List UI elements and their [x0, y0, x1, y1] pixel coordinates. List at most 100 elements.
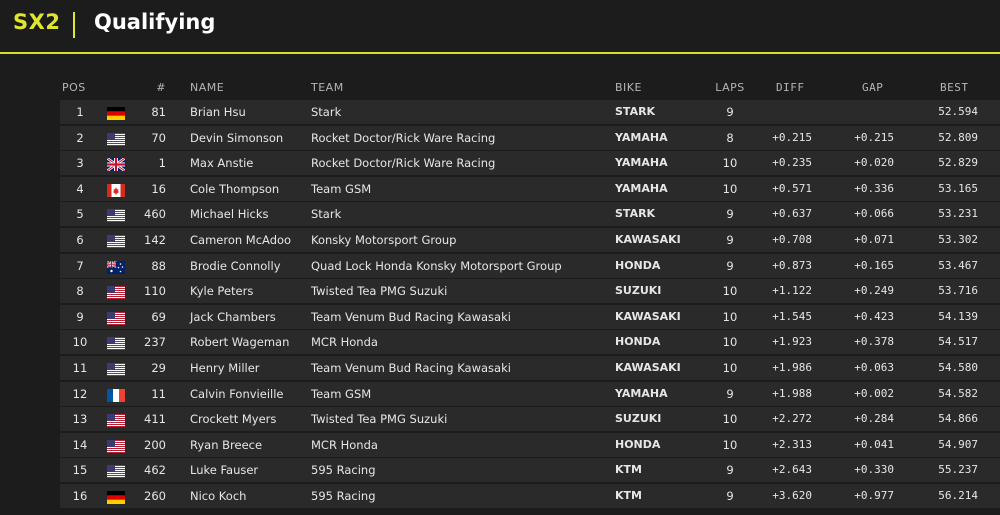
- flag-fr-icon: [107, 388, 125, 402]
- bike-cell: HONDA: [615, 258, 661, 272]
- diff-cell: +3.620: [772, 488, 812, 502]
- table-row[interactable]: 13 411 Crockett Myers Twisted Tea PMG Suzuk…: [60, 407, 1000, 432]
- table-row[interactable]: 2 70 Devin Simonson Rocket Doctor/Rick Ware…: [60, 125, 1000, 150]
- gap-cell: +0.002: [854, 386, 894, 400]
- rider-number-cell: 1: [158, 156, 166, 171]
- rider-name-cell: Michael Hicks: [190, 207, 269, 222]
- gap-cell: +0.215: [854, 130, 894, 144]
- position-cell: 5: [76, 207, 84, 222]
- rider-number-cell: 260: [144, 488, 166, 503]
- rider-number-cell: 16: [151, 181, 166, 196]
- col-best[interactable]: BEST: [940, 81, 969, 94]
- col-name[interactable]: NAME: [190, 81, 224, 94]
- diff-cell: +2.313: [772, 437, 812, 451]
- flag-de-icon: [107, 490, 125, 504]
- rider-name-cell: Max Anstie: [190, 156, 254, 171]
- table-row[interactable]: 3 1 Max Anstie Rocket Doctor/Rick Ware Raci…: [60, 151, 1000, 176]
- laps-cell: 10: [722, 335, 738, 350]
- diff-cell: +2.643: [772, 463, 812, 477]
- flag-us-icon: [107, 209, 125, 223]
- table-row[interactable]: 7 88 Brodie Connolly Quad Lock Honda Konsky…: [60, 253, 1000, 278]
- bike-cell: KAWASAKI: [615, 232, 681, 246]
- col-diff[interactable]: DIFF: [776, 81, 805, 94]
- best-time-cell: 54.580: [938, 360, 978, 374]
- bike-cell: HONDA: [615, 437, 661, 451]
- table-row[interactable]: 4 16 Cole Thompson Team GSM YAMAHA 10 +0.571 +0…: [60, 176, 1000, 201]
- table-row[interactable]: 8 110 Kyle Peters Twisted Tea PMG Suzuki SUZ…: [60, 279, 1000, 304]
- flag-us-icon: [107, 337, 125, 351]
- rider-number-cell: 11: [151, 386, 166, 401]
- rider-name-cell: Devin Simonson: [190, 130, 284, 145]
- col-gap[interactable]: GAP: [862, 81, 883, 94]
- flag-us-icon: [107, 362, 125, 376]
- table-row[interactable]: 1 81 Brian Hsu Stark STARK 9 52.594: [60, 100, 1000, 124]
- laps-cell: 10: [722, 284, 738, 299]
- laps-cell: 10: [722, 181, 738, 196]
- table-row[interactable]: 14 200 Ryan Breece MCR Honda HONDA 10 +2.313 +0…: [60, 432, 1000, 457]
- best-time-cell: 54.139: [938, 309, 978, 323]
- gap-cell: +0.041: [854, 437, 894, 451]
- gap-cell: +0.330: [854, 463, 894, 477]
- flag-ca-icon: [107, 183, 125, 197]
- rider-name-cell: Luke Fauser: [190, 463, 259, 478]
- col-laps[interactable]: LAPS: [712, 81, 748, 94]
- team-cell: MCR Honda: [311, 437, 378, 452]
- table-row[interactable]: 5 460 Michael Hicks Stark STARK 9 +0.637 +0.066…: [60, 202, 1000, 227]
- gap-cell: +0.977: [854, 488, 894, 502]
- best-time-cell: 53.231: [938, 207, 978, 221]
- diff-cell: +2.272: [772, 412, 812, 426]
- header-divider: [73, 12, 75, 38]
- diff-cell: +1.923: [772, 335, 812, 349]
- laps-cell: 10: [722, 156, 738, 171]
- rider-number-cell: 110: [144, 284, 166, 299]
- position-cell: 12: [72, 386, 88, 401]
- col-bike[interactable]: BIKE: [615, 81, 642, 94]
- table-row[interactable]: 9 69 Jack Chambers Team Venum Bud Racing Ka…: [60, 304, 1000, 329]
- best-time-cell: 53.716: [938, 284, 978, 298]
- rider-number-cell: 460: [144, 207, 166, 222]
- table-row[interactable]: 16 260 Nico Koch 595 Racing KTM 9 +3.620 +0.977…: [60, 483, 1000, 508]
- best-time-cell: 53.302: [938, 232, 978, 246]
- col-pos[interactable]: POS: [62, 81, 86, 94]
- best-time-cell: 54.517: [938, 335, 978, 349]
- table-row[interactable]: 11 29 Henry Miller Team Venum Bud Racing Ka…: [60, 355, 1000, 380]
- best-time-cell: 54.582: [938, 386, 978, 400]
- laps-cell: 9: [726, 488, 734, 503]
- best-time-cell: 56.214: [938, 488, 978, 502]
- rider-name-cell: Jack Chambers: [190, 309, 276, 324]
- results-table: POS # NAME TEAM BIKE LAPS DIFF GAP BEST …: [60, 76, 1000, 510]
- laps-cell: 9: [726, 463, 734, 478]
- best-time-cell: 54.907: [938, 437, 978, 451]
- bike-cell: KTM: [615, 463, 642, 477]
- col-team[interactable]: TEAM: [311, 81, 344, 94]
- rider-name-cell: Crockett Myers: [190, 412, 277, 427]
- team-cell: Konsky Motorsport Group: [311, 232, 457, 247]
- rider-number-cell: 81: [151, 105, 166, 119]
- best-time-cell: 53.165: [938, 181, 978, 195]
- flag-gb-icon: [107, 158, 125, 172]
- best-time-cell: 54.866: [938, 412, 978, 426]
- flag-us-icon: [107, 234, 125, 248]
- flag-us-icon: [107, 311, 125, 325]
- gap-cell: +0.071: [854, 232, 894, 246]
- diff-cell: +0.235: [772, 156, 812, 170]
- rider-name-cell: Ryan Breece: [190, 437, 263, 452]
- diff-cell: +0.571: [772, 181, 812, 195]
- rider-number-cell: 29: [151, 360, 166, 375]
- team-cell: Team GSM: [311, 386, 372, 401]
- gap-cell: +0.423: [854, 309, 894, 323]
- table-row[interactable]: 6 142 Cameron McAdoo Konsky Motorsport Grou…: [60, 227, 1000, 252]
- position-cell: 3: [76, 156, 84, 171]
- col-number[interactable]: #: [130, 81, 166, 94]
- best-time-cell: 55.237: [938, 463, 978, 477]
- bike-cell: YAMAHA: [615, 130, 668, 144]
- team-cell: Twisted Tea PMG Suzuki: [311, 412, 448, 427]
- team-cell: 595 Racing: [311, 488, 376, 503]
- laps-cell: 10: [722, 360, 738, 375]
- position-cell: 10: [72, 335, 88, 350]
- bike-cell: KAWASAKI: [615, 309, 681, 323]
- flag-us-icon: [107, 414, 125, 428]
- table-row[interactable]: 15 462 Luke Fauser 595 Racing KTM 9 +2.643 +0.3…: [60, 458, 1000, 483]
- table-row[interactable]: 10 237 Robert Wageman MCR Honda HONDA 10 +1.92…: [60, 330, 1000, 355]
- table-row[interactable]: 12 11 Calvin Fonvieille Team GSM YAMAHA 9 +1.9…: [60, 381, 1000, 406]
